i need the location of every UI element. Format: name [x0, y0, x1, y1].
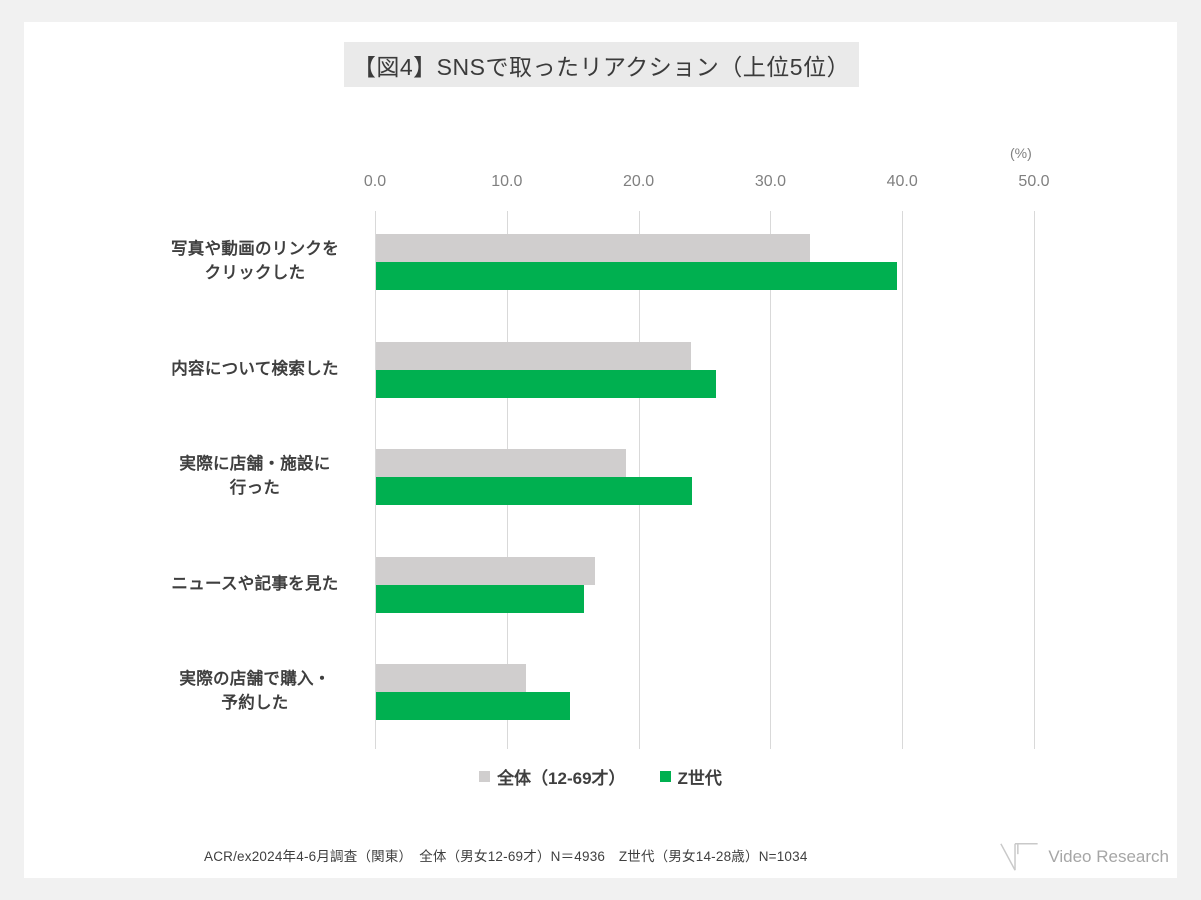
- x-axis-tick-label: 30.0: [754, 173, 786, 190]
- category-label-line: 予約した: [221, 694, 289, 713]
- x-axis-tick-label: 20.0: [623, 173, 655, 190]
- bar-chart: (%) 写真や動画のリンクを クリックした 内容について検索した 実際に店舗・施設に行…: [24, 22, 1177, 878]
- category-axis-labels: 写真や動画のリンクを クリックした 内容について検索した 実際に店舗・施設に 行った ニュ…: [136, 211, 370, 749]
- footnote: ACR/ex2024年4-6月調査（関東） 全体（男女12-69才）N＝4936…: [204, 849, 808, 864]
- bar-z-1: [376, 369, 717, 398]
- bar-z-0: [376, 262, 897, 290]
- bar-z-2: [376, 477, 693, 506]
- x-axis-tick-label: 10.0: [491, 173, 523, 190]
- chart-card: 【図4】SNSで取ったリアクション（上位5位） (%) 写真や動画のリンクを クリ…: [24, 22, 1177, 878]
- category-label-1: 内容について検索した: [140, 358, 370, 382]
- category-label-line: 行った: [229, 479, 281, 498]
- x-axis-tick-label: 40.0: [886, 173, 918, 190]
- gridline: [770, 211, 772, 749]
- gridline: [1034, 211, 1035, 749]
- category-label-line: 写真や動画のリンクを: [171, 240, 339, 258]
- category-label-4: 実際の店舗で購入・ 予約した: [140, 668, 370, 716]
- bar-z-4: [376, 692, 570, 721]
- legend-item-1[interactable]: Z世代: [659, 764, 722, 789]
- category-label-line: ニュースや記事を見た: [171, 574, 339, 593]
- bar-total-2: [376, 449, 627, 478]
- legend-swatch-icon: [479, 771, 491, 782]
- category-label-line: 実際の店舗で購入・: [179, 670, 331, 689]
- bar-z-3: [376, 584, 585, 613]
- video-research-logo: Video Research: [999, 836, 1169, 878]
- legend-label: 全体（12-69才）: [497, 769, 626, 788]
- legend-label: Z世代: [677, 769, 722, 788]
- category-label-3: ニュースや記事を見た: [140, 573, 370, 597]
- x-axis-tick-label: 0.0: [363, 173, 387, 190]
- plot-area: 0.0 10.0 20.0 30.0 40.0 50.0: [364, 173, 1050, 749]
- x-axis-tick-label: 50.0: [1018, 173, 1050, 190]
- category-label-0: 写真や動画のリンクを クリックした: [140, 238, 370, 286]
- gridline: [902, 211, 904, 749]
- chart-legend: 全体（12-69才） Z世代: [24, 764, 1177, 789]
- bar-total-1: [376, 341, 691, 370]
- category-label-line: クリックした: [204, 263, 306, 282]
- category-label-line: 実際に店舗・施設に: [179, 455, 331, 474]
- legend-swatch-icon: [659, 771, 671, 782]
- logo-text: Video Research: [1048, 847, 1169, 866]
- unit-label: (%): [1010, 145, 1032, 161]
- category-label-2: 実際に店舗・施設に 行った: [140, 453, 370, 501]
- video-research-mark-icon: [1000, 843, 1038, 871]
- bar-total-3: [376, 556, 595, 585]
- bar-total-0: [376, 234, 810, 262]
- category-label-line: 内容について検索した: [171, 359, 339, 378]
- legend-item-0[interactable]: 全体（12-69才）: [479, 764, 626, 789]
- bar-total-4: [376, 664, 527, 693]
